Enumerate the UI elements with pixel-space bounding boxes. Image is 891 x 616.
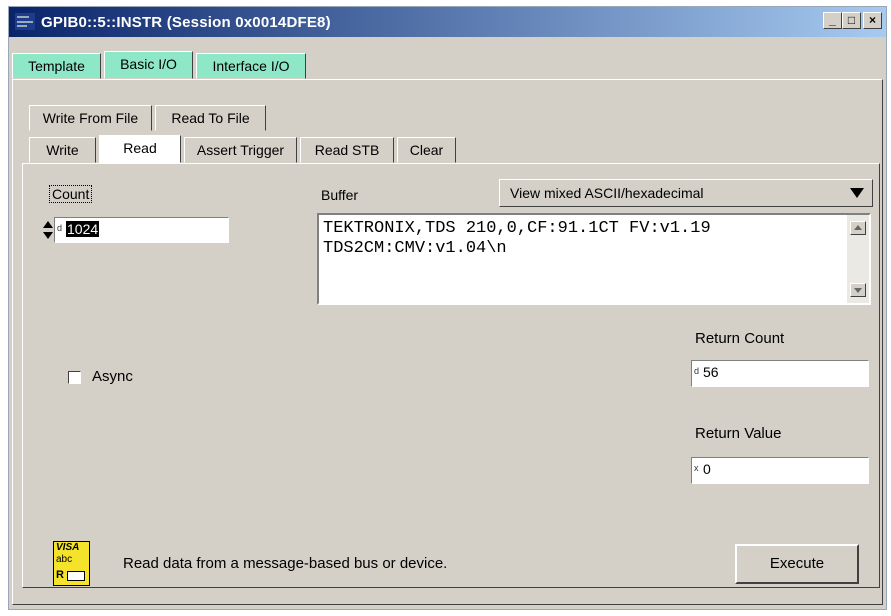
- count-field[interactable]: d 1024: [54, 217, 229, 243]
- visa-icon-line1: VISA: [56, 542, 80, 553]
- minimize-button[interactable]: _: [823, 12, 842, 29]
- return-value-field: x 0: [691, 457, 869, 484]
- async-checkbox[interactable]: [68, 371, 81, 384]
- return-value-value: 0: [703, 461, 711, 477]
- view-mode-value: View mixed ASCII/hexadecimal: [510, 185, 704, 201]
- count-radix: d: [57, 223, 63, 233]
- count-spinner-icon[interactable]: [43, 221, 53, 239]
- visa-icon-line3: R: [56, 569, 64, 581]
- buffer-textarea[interactable]: TEKTRONIX,TDS 210,0,CF:91.1CT FV:v1.19 T…: [317, 213, 871, 305]
- tab-clear[interactable]: Clear: [397, 137, 456, 163]
- maximize-button[interactable]: □: [842, 12, 861, 29]
- return-count-radix: d: [694, 366, 700, 376]
- tab-read-stb[interactable]: Read STB: [300, 137, 394, 163]
- description-text: Read data from a message-based bus or de…: [123, 555, 448, 572]
- buffer-text: TEKTRONIX,TDS 210,0,CF:91.1CT FV:v1.19 T…: [323, 219, 711, 258]
- visa-icon-line2: abc: [56, 554, 73, 565]
- count-label: Count: [49, 185, 93, 203]
- buffer-scrollbar[interactable]: [847, 215, 869, 303]
- app-icon: [15, 13, 35, 30]
- tab-interface-io[interactable]: Interface I/O: [196, 53, 306, 79]
- sub-tab-row-front: Write Read Assert Trigger Read STB Clear: [29, 135, 469, 163]
- main-window: GPIB0::5::INSTR (Session 0x0014DFE8) _ □…: [8, 6, 887, 610]
- async-label: Async: [92, 368, 133, 385]
- tab-template[interactable]: Template: [12, 53, 101, 79]
- scroll-up-button[interactable]: [850, 221, 866, 235]
- count-value: 1024: [66, 221, 100, 237]
- view-mode-dropdown[interactable]: View mixed ASCII/hexadecimal: [499, 179, 873, 207]
- tab-write[interactable]: Write: [29, 137, 96, 163]
- arrow-up-icon: [854, 225, 862, 230]
- buffer-label: Buffer: [321, 187, 359, 203]
- arrow-down-icon: [854, 288, 862, 293]
- tab-write-from-file[interactable]: Write From File: [29, 105, 152, 131]
- close-button[interactable]: ×: [863, 12, 882, 29]
- return-count-label: Return Count: [695, 330, 785, 347]
- title-bar[interactable]: GPIB0::5::INSTR (Session 0x0014DFE8) _ □…: [9, 7, 886, 37]
- sub-tab-row-back: Write From File Read To File: [29, 105, 329, 131]
- execute-button[interactable]: Execute: [735, 544, 859, 584]
- execute-label: Execute: [769, 555, 825, 572]
- return-count-field: d 56: [691, 360, 869, 387]
- tab-read-to-file[interactable]: Read To File: [155, 105, 266, 131]
- return-value-label: Return Value: [695, 425, 782, 442]
- return-value-radix: x: [694, 463, 699, 473]
- chevron-down-icon: [850, 188, 864, 198]
- visa-icon-box: [67, 571, 85, 581]
- window-title: GPIB0::5::INSTR (Session 0x0014DFE8): [41, 14, 331, 31]
- tab-read[interactable]: Read: [99, 135, 181, 163]
- scroll-down-button[interactable]: [850, 283, 866, 297]
- visa-icon: VISA abc R: [53, 541, 90, 586]
- top-tab-row: Template Basic I/O Interface I/O: [12, 51, 882, 79]
- tab-assert-trigger[interactable]: Assert Trigger: [184, 137, 297, 163]
- tab-basic-io[interactable]: Basic I/O: [104, 51, 193, 79]
- return-count-value: 56: [703, 364, 719, 380]
